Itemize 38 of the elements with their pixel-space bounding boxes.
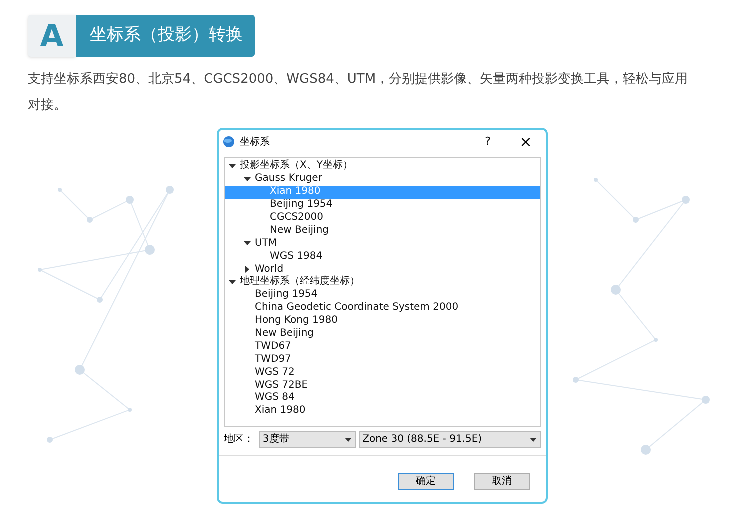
description-text: 支持坐标系西安80、北京54、CGCS2000、WGS84、UTM，分别提供影像、矢量两种投影变换工具，轻松与应用对接。 [28,71,690,115]
tree-item[interactable]: WGS 1984 [225,250,540,264]
tree-item[interactable]: China Geodetic Coordinate System 2000 [225,302,540,315]
expanded-arrow-icon[interactable] [244,240,251,248]
tree-item[interactable]: UTM [225,237,540,250]
tree-item[interactable]: Beijing 1954 [225,198,540,212]
header-title: 坐标系（投影）转换 [76,15,255,57]
tree-item[interactable]: Hong Kong 1980 [225,314,540,328]
globe-icon [223,136,235,148]
collapsed-arrow-icon[interactable] [244,266,251,274]
dialog-button[interactable]: 取消 [474,473,530,490]
tree-item[interactable]: World [225,263,540,276]
expanded-arrow-icon[interactable] [229,162,236,170]
dialog-button[interactable]: 确定 [398,473,454,490]
expanded-arrow-icon[interactable] [229,278,236,286]
tree-item[interactable]: TWD67 [225,340,540,354]
help-button[interactable]: ? [478,134,498,150]
close-button[interactable]: × [516,130,536,154]
tree-item[interactable]: WGS 84 [225,392,540,405]
tree-item[interactable]: WGS 72 [225,366,540,380]
tree-item[interactable]: WGS 72BE [225,379,540,392]
tree-item[interactable]: CGCS2000 [225,212,540,224]
caret-icon [344,438,352,442]
region-label: 地区： [224,432,255,447]
tree-item[interactable]: 投影坐标系（X、Y坐标） [225,160,540,173]
tree-item[interactable]: New Beijing [225,328,540,340]
tree-item[interactable]: Beijing 1954 [225,288,540,302]
tree-item[interactable]: New Beijing [225,224,540,238]
tree-item[interactable]: Gauss Kruger [225,172,540,186]
expanded-arrow-icon[interactable] [244,176,251,183]
tree-item[interactable]: Xian 1980 [225,404,540,418]
dialog-title: 坐标系 [240,136,270,150]
tree-item[interactable]: 地理坐标系（经纬度坐标） [225,276,540,289]
band-dropdown[interactable]: 3度带 [258,431,356,448]
caret-icon [530,438,537,442]
header-badge: A [28,15,76,57]
zone-dropdown[interactable]: Zone 30 (88.5E - 91.5E) [358,431,541,448]
tree-item[interactable]: TWD97 [225,353,540,366]
